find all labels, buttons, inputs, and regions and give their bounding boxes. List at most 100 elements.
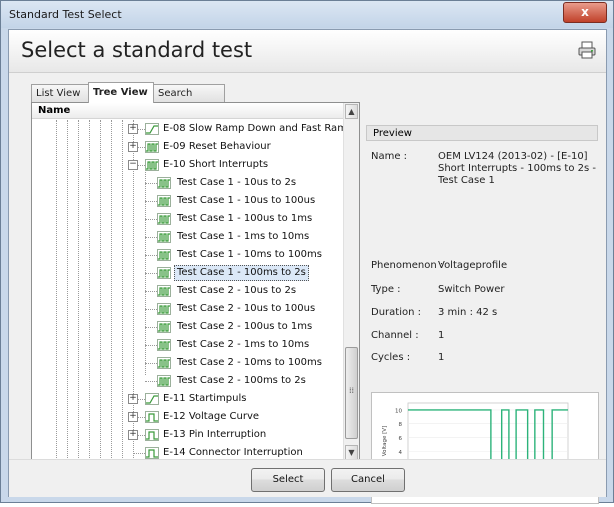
tree-item-label: Test Case 1 - 10ms to 100ms [177, 249, 322, 260]
tree-leaf[interactable]: Test Case 1 - 1ms to 10ms [32, 228, 343, 246]
tree-node[interactable]: + E-08 Slow Ramp Down and Fast Ramp Up [32, 120, 359, 138]
tree-item-label: Test Case 2 - 10us to 100us [177, 303, 316, 314]
tree-item-label: Test Case 2 - 10ms to 100ms [177, 357, 322, 368]
tree-guide-line [145, 381, 157, 382]
scroll-down-button[interactable]: ▼ [345, 445, 358, 460]
tree-item-label: E-13 Pin Interruption [163, 429, 267, 440]
preview-label-type: Type : [371, 284, 401, 295]
tree-item-label: Test Case 1 - 1ms to 10ms [177, 231, 310, 242]
tab-search-table[interactable]: Search Table [153, 84, 225, 116]
tree-guide-line [145, 219, 157, 220]
tree-guide-line [145, 201, 157, 202]
print-icon[interactable] [578, 41, 596, 59]
preview-label-cycles: Cycles : [371, 352, 411, 363]
tree-leaf[interactable]: Test Case 1 - 100ms to 2s [32, 264, 343, 282]
tab-tree-view[interactable]: Tree View [88, 82, 154, 103]
tree-guide-line [145, 237, 157, 238]
page-title: Select a standard test [21, 38, 253, 62]
tree-node[interactable]: + E-13 Pin Interruption [32, 426, 343, 444]
preview-label-channel: Channel : [371, 330, 419, 341]
tab-list-view[interactable]: List View [31, 84, 89, 102]
tree-item-label: E-10 Short Interrupts [163, 159, 269, 170]
preview-title: Preview [366, 125, 598, 141]
tree-item-label: Test Case 2 - 10us to 2s [177, 285, 297, 296]
scroll-up-button[interactable]: ▲ [345, 104, 358, 119]
tree-guide-line [145, 183, 157, 184]
tree-item-label: E-09 Reset Behaviour [163, 141, 271, 152]
expand-icon[interactable]: + [128, 394, 138, 404]
tree-leaf[interactable]: Test Case 2 - 10us to 2s [32, 282, 343, 300]
scroll-thumb[interactable]: ⁞⁞ [345, 347, 358, 439]
tree-item-label: Test Case 2 - 100us to 1ms [177, 321, 313, 332]
tree-item-label: Test Case 2 - 100ms to 2s [177, 375, 306, 386]
tree-leaf[interactable]: Test Case 2 - 10ms to 100ms [32, 354, 343, 372]
tree-item-label: E-11 Startimpuls [163, 393, 247, 404]
tree-item-label: E-08 Slow Ramp Down and Fast Ramp Up [163, 123, 360, 134]
pulse-icon [157, 375, 171, 387]
pulse-icon [145, 159, 159, 171]
pulse-icon [157, 267, 171, 279]
y-tick-label: 8 [399, 422, 403, 428]
pulse-icon [157, 357, 171, 369]
ramp-icon [145, 393, 159, 405]
test-tree[interactable]: Name + E-08 Slow Ramp Down and Fast Ramp … [31, 102, 360, 462]
window-title: Standard Test Select [9, 8, 122, 21]
pulse-icon [157, 303, 171, 315]
tree-item-label: Test Case 1 - 100ms to 2s [174, 265, 309, 281]
title-bar[interactable]: Standard Test Select x [1, 1, 613, 28]
tree-leaf[interactable]: Test Case 2 - 100us to 1ms [32, 318, 343, 336]
tree-leaf[interactable]: Test Case 2 - 1ms to 10ms [32, 336, 343, 354]
tree-leaf[interactable]: Test Case 2 - 10us to 100us [32, 300, 343, 318]
y-tick-label: 10 [395, 408, 402, 414]
tree-node[interactable]: − E-10 Short Interrupts [32, 156, 343, 174]
tree-leaf[interactable]: Test Case 1 - 10us to 2s [32, 174, 343, 192]
tree-node[interactable]: + E-09 Reset Behaviour [32, 138, 343, 156]
tree-guide-line [145, 345, 157, 346]
close-button[interactable]: x [563, 2, 607, 23]
expand-icon[interactable]: + [128, 142, 138, 152]
pulse-icon [157, 321, 171, 333]
dialog-client: Select a standard test List View Tree Vi… [8, 29, 607, 504]
preview-value-phenomenon: Voltageprofile [438, 260, 508, 271]
tree-item-label: Test Case 1 - 100us to 1ms [177, 213, 313, 224]
preview-label-phenomenon: Phenomenon : [371, 260, 444, 271]
expand-icon[interactable]: + [128, 430, 138, 440]
preview-value-channel: 1 [438, 330, 445, 341]
step-icon [145, 411, 159, 423]
preview-label-name: Name : [371, 151, 408, 162]
step-icon [145, 447, 159, 459]
tree-leaf[interactable]: Test Case 1 - 10ms to 100ms [32, 246, 343, 264]
preview-panel: Preview Name : OEM LV124 (2013-02) - [E-… [366, 116, 606, 504]
tree-leaf[interactable]: Test Case 1 - 100us to 1ms [32, 210, 343, 228]
preview-value-duration: 3 min : 42 s [438, 307, 498, 318]
preview-value-cycles: 1 [438, 352, 445, 363]
ramp-icon [145, 123, 159, 135]
y-tick-label: 6 [399, 436, 403, 442]
cancel-button[interactable]: Cancel [331, 468, 405, 492]
tree-guide-line [133, 453, 145, 454]
tree-leaf[interactable]: Test Case 2 - 100ms to 2s [32, 372, 343, 390]
tree-item-label: Test Case 1 - 10us to 2s [177, 177, 297, 188]
tree-item-label: Test Case 1 - 10us to 100us [177, 195, 316, 206]
y-axis-label: Voltage [V] [382, 426, 388, 456]
expand-icon[interactable]: + [128, 124, 138, 134]
tree-node[interactable]: + E-12 Voltage Curve [32, 408, 343, 426]
pulse-icon [157, 231, 171, 243]
tree-scrollbar[interactable]: ▲ ⁞⁞ ▼ [343, 103, 359, 461]
dialog-window: Standard Test Select x Select a standard… [0, 0, 614, 504]
tree-item-label: Test Case 2 - 1ms to 10ms [177, 339, 310, 350]
pulse-icon [157, 177, 171, 189]
header-bar: Select a standard test [9, 30, 606, 73]
step-icon [145, 429, 159, 441]
tree-node[interactable]: + E-11 Startimpuls [32, 390, 343, 408]
tree-guide-line [145, 363, 157, 364]
collapse-icon[interactable]: − [128, 160, 138, 170]
tree-leaf[interactable]: Test Case 1 - 10us to 100us [32, 192, 343, 210]
tree-guide-line [145, 255, 157, 256]
select-button[interactable]: Select [251, 468, 325, 492]
tree-guide-line [145, 291, 157, 292]
column-header-name[interactable]: Name [32, 103, 343, 119]
pulse-icon [157, 339, 171, 351]
expand-icon[interactable]: + [128, 412, 138, 422]
pulse-icon [145, 141, 159, 153]
